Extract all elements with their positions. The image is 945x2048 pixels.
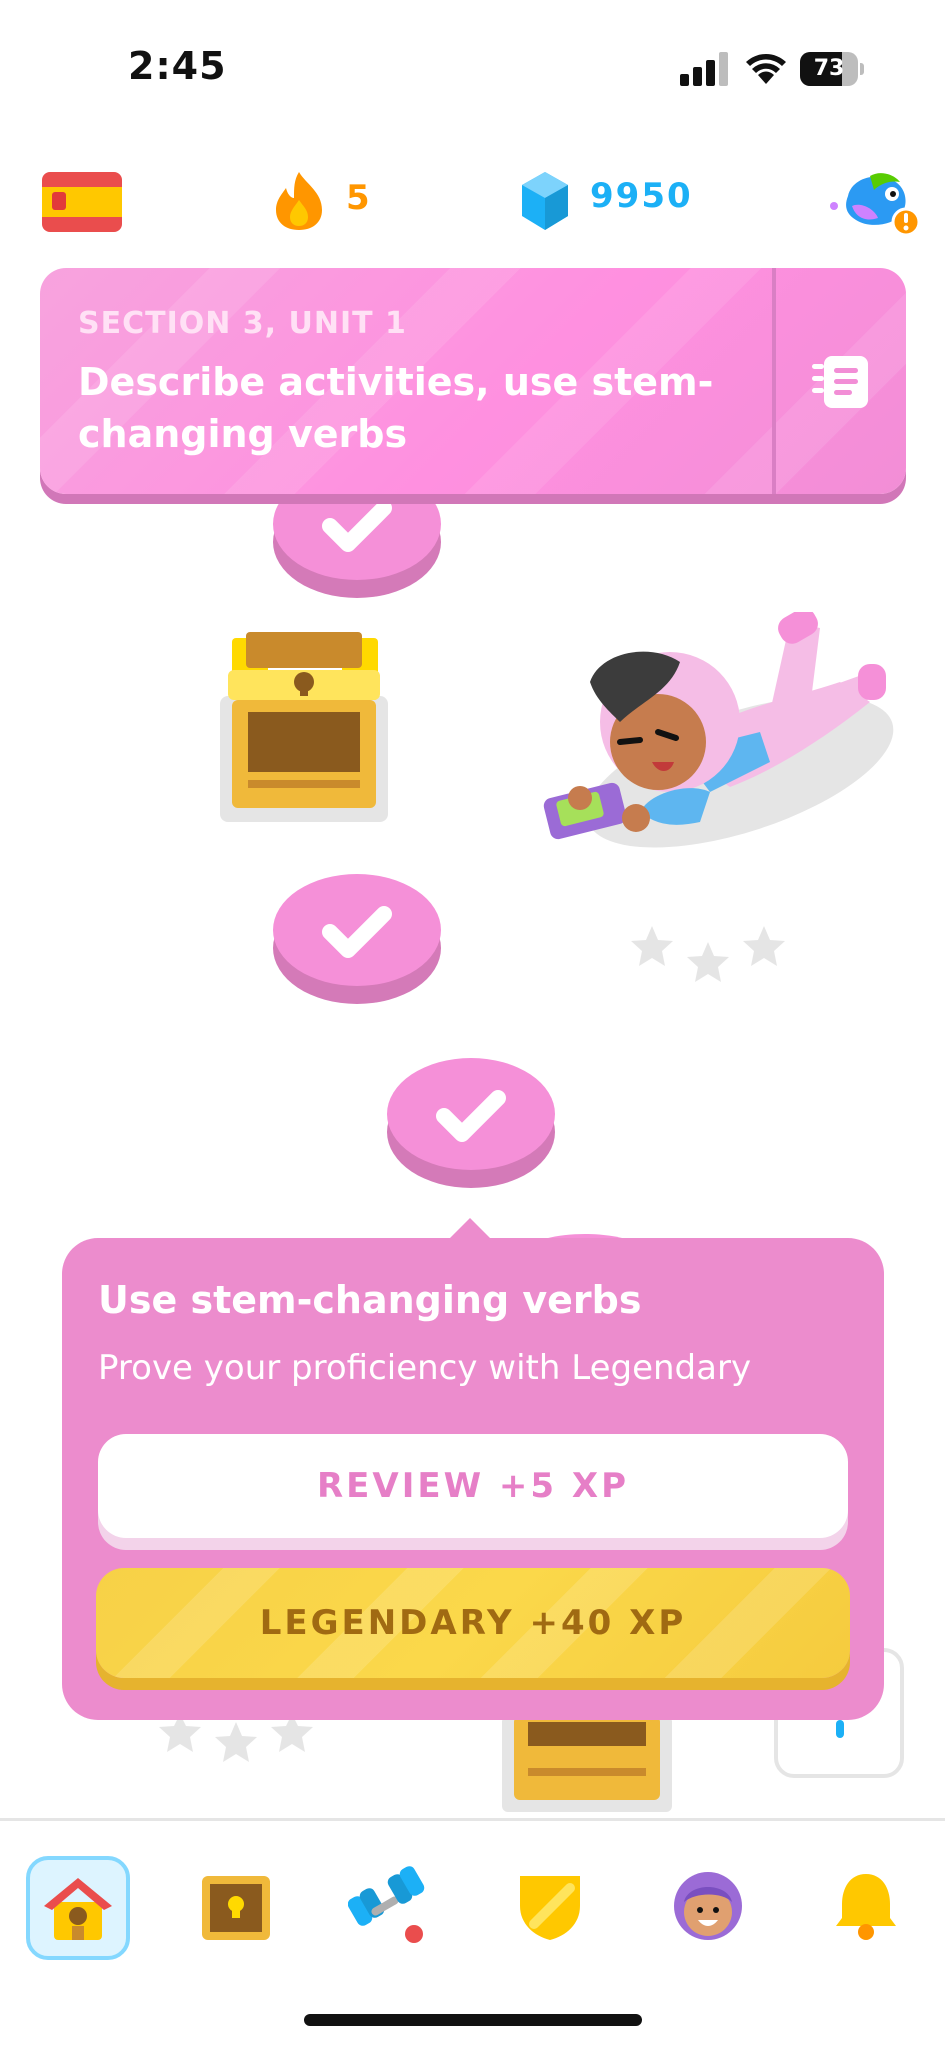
section-label: SECTION 3, UNIT 1 (78, 306, 407, 341)
battery-percent: 73 (813, 56, 845, 81)
legendary-button[interactable]: LEGENDARY +40 XP (96, 1568, 850, 1678)
side-card-indicator (836, 1720, 844, 1738)
chest-icon (202, 1876, 270, 1940)
unit-banner: SECTION 3, UNIT 1 Describe activities, u… (40, 268, 906, 494)
dumbbell-icon (348, 1866, 425, 1943)
chest-node-opened[interactable] (218, 630, 390, 826)
status-time: 2:45 (128, 44, 227, 88)
lesson-node-completed-selected[interactable] (386, 1040, 556, 1190)
stars-icon (159, 1714, 313, 1762)
lesson-node-completed[interactable] (272, 856, 442, 1006)
shield-icon (520, 1876, 580, 1940)
home-icon (44, 1878, 112, 1940)
spain-flag-icon[interactable] (42, 172, 122, 232)
nav-practice[interactable] (340, 1856, 444, 1960)
cellular-signal-icon (680, 52, 728, 86)
flame-icon[interactable] (272, 170, 326, 232)
guidebook-button[interactable] (776, 268, 906, 494)
wifi-icon (746, 54, 786, 84)
guidebook-icon (812, 356, 868, 408)
review-button[interactable]: REVIEW +5 XP (98, 1434, 848, 1538)
legendary-button-label: LEGENDARY +40 XP (259, 1603, 687, 1643)
chest-node-locked[interactable] (502, 1716, 672, 1814)
bell-icon (836, 1874, 896, 1940)
gem-icon[interactable] (518, 170, 572, 232)
popover-arrow (448, 1218, 492, 1240)
nav-profile[interactable] (656, 1856, 760, 1960)
nav-chest[interactable] (184, 1856, 288, 1960)
unit-title: Describe activities, use stem-changing v… (78, 360, 714, 456)
avatar-alert-icon[interactable] (830, 166, 920, 238)
streak-count[interactable]: 5 (346, 178, 370, 218)
home-indicator (304, 2014, 642, 2026)
popover-description: Prove your proficiency with Legendary (98, 1348, 752, 1388)
gem-count[interactable]: 9950 (590, 176, 693, 216)
stars-icon (631, 926, 785, 982)
nav-notifications[interactable] (814, 1856, 918, 1960)
popover-title: Use stem-changing verbs (98, 1278, 642, 1322)
lesson-popover: Use stem-changing verbs Prove your profi… (62, 1238, 884, 1720)
character-icon (674, 1872, 742, 1940)
duo-character-playing-game (543, 612, 894, 848)
nav-learn[interactable] (26, 1856, 130, 1960)
nav-divider (0, 1818, 945, 1821)
nav-leagues[interactable] (498, 1856, 602, 1960)
battery-indicator: 73 (800, 52, 864, 86)
